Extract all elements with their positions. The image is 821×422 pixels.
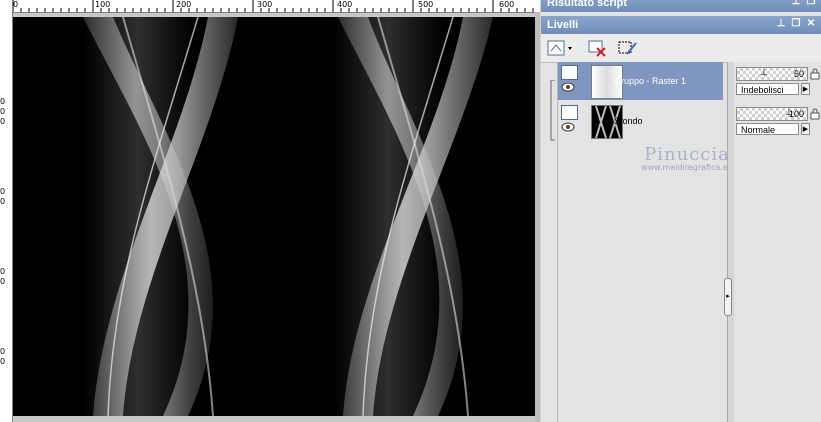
restore-icon[interactable]: ❐ — [790, 18, 802, 30]
layers-title: Livelli — [547, 19, 579, 31]
image-canvas[interactable] — [13, 17, 535, 416]
eye-icon[interactable] — [561, 82, 575, 92]
ruler-label: 0 — [0, 357, 6, 366]
delete-layer-icon[interactable] — [587, 38, 607, 58]
ruler-label: 0 — [0, 117, 6, 126]
group-bracket — [550, 80, 555, 141]
script-output-titlebar: Risultato script ⊥ ❐ — [541, 0, 821, 12]
opacity-value: 100 — [788, 109, 804, 119]
blend-mode-arrow-icon[interactable]: ▶ — [801, 123, 810, 135]
layer-props-sfondo: ⊥ 100 Normale ▶ — [734, 102, 821, 140]
layer-row-sfondo[interactable]: Sfondo — [558, 102, 723, 140]
collapse-handle-icon[interactable]: ▸ — [724, 278, 732, 316]
ruler-ticks — [12, 0, 534, 12]
image-workspace: 0 100 200 300 400 500 600 0 0 0 0 0 0 0 … — [0, 0, 540, 422]
ruler-label: 0 — [0, 197, 6, 206]
layer-row-gruppo-raster-1[interactable]: Gruppo - Raster 1 — [558, 62, 723, 100]
ruler-label: 0 — [0, 187, 6, 196]
ruler-label: 0 — [0, 347, 6, 356]
new-raster-layer-icon[interactable] — [547, 38, 575, 58]
layer-props-gruppo-raster-1: ⊥ 50 Indebolisci ▶ — [734, 62, 821, 100]
opacity-slider[interactable]: ⊥ 100 — [736, 107, 808, 121]
layers-titlebar: Livelli ⊥ ❐ ✕ — [541, 16, 821, 34]
script-output-title: Risultato script — [547, 0, 628, 9]
lock-icon[interactable] — [810, 108, 820, 120]
opacity-value: 50 — [793, 69, 804, 79]
vertical-ruler: 0 0 0 0 0 0 0 0 0 — [0, 12, 13, 422]
opacity-slider[interactable]: ⊥ 50 — [736, 67, 808, 81]
layer-name: Sfondo — [614, 116, 643, 126]
right-palettes: Risultato script ⊥ ❐ Livelli ⊥ ❐ ✕ Grupp… — [541, 0, 821, 422]
blend-mode-select[interactable]: Normale — [736, 123, 799, 135]
restore-icon[interactable]: ❐ — [805, 0, 817, 8]
layer-name: Gruppo - Raster 1 — [614, 76, 687, 86]
pin-icon[interactable]: ⊥ — [775, 18, 787, 30]
raster-layer-icon — [561, 65, 578, 80]
blend-mode-select[interactable]: Indebolisci — [736, 83, 799, 95]
raster-layer-icon — [561, 105, 578, 120]
ruler-label: 0 — [0, 97, 6, 106]
lock-icon[interactable] — [810, 68, 820, 80]
ribbon-artwork — [13, 17, 535, 416]
layer-list: Gruppo - Raster 1 Sfondo Pinuccia www.ma… — [550, 62, 733, 422]
ruler-label: 0 — [0, 107, 6, 116]
ruler-label: 0 — [0, 277, 6, 286]
eye-icon[interactable] — [561, 122, 575, 132]
layer-properties: ⊥ 50 Indebolisci ▶ ⊥ 100 Normale ▶ — [734, 62, 821, 422]
blend-mode-arrow-icon[interactable]: ▶ — [801, 83, 810, 95]
edit-selection-icon[interactable] — [617, 38, 639, 58]
layers-toolbar — [541, 34, 821, 63]
horizontal-ruler: 0 100 200 300 400 500 600 — [0, 0, 540, 13]
ruler-label: 0 — [0, 267, 6, 276]
close-icon[interactable]: ✕ — [805, 18, 817, 30]
vertical-scrollbar[interactable] — [535, 12, 540, 422]
pin-icon[interactable]: ⊥ — [790, 0, 802, 8]
